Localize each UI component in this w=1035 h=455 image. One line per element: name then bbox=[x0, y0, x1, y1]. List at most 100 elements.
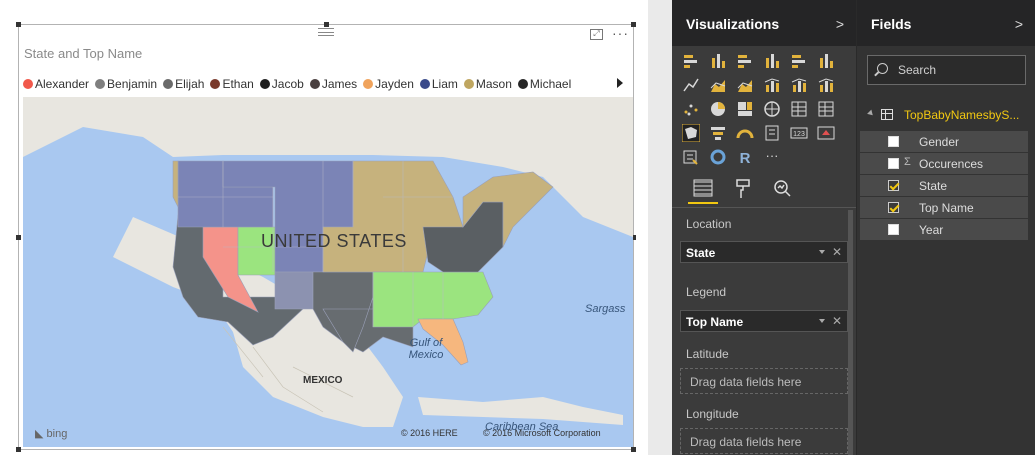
resize-handle-bottom-right[interactable] bbox=[631, 447, 636, 452]
field-checkbox[interactable] bbox=[888, 224, 899, 235]
map-globe-icon[interactable] bbox=[763, 100, 781, 118]
scatter-icon[interactable] bbox=[682, 100, 700, 118]
legend-item-michael[interactable]: Michael bbox=[517, 77, 571, 91]
field-checkbox[interactable] bbox=[888, 136, 899, 147]
more-visuals-icon[interactable]: ··· bbox=[763, 148, 781, 166]
resize-handle-bottom-left[interactable] bbox=[16, 447, 21, 452]
chevron-down-icon[interactable] bbox=[819, 319, 825, 323]
chevron-right-icon[interactable]: > bbox=[1015, 16, 1023, 32]
field-checkbox[interactable] bbox=[888, 180, 899, 191]
pie-chart-icon[interactable] bbox=[709, 100, 727, 118]
donut-icon[interactable] bbox=[709, 148, 727, 166]
label-mexico: MEXICO bbox=[303, 375, 343, 386]
funnel-icon[interactable] bbox=[709, 124, 727, 142]
legend-item-liam[interactable]: Liam bbox=[419, 77, 458, 91]
legend-item-alexander[interactable]: Alexander bbox=[23, 77, 89, 91]
tab-fields[interactable] bbox=[688, 176, 718, 204]
legend-label: Elijah bbox=[175, 77, 205, 91]
ribbon-chart-icon[interactable] bbox=[817, 76, 835, 94]
legend-dot-icon bbox=[309, 79, 320, 89]
stacked-area-icon[interactable] bbox=[736, 76, 754, 94]
table-name: TopBabyNamesbyS... bbox=[904, 108, 1020, 122]
field-checkbox[interactable] bbox=[888, 158, 899, 169]
legend-label: Jacob bbox=[271, 77, 304, 91]
area-chart-icon[interactable] bbox=[709, 76, 727, 94]
legend-dot-icon bbox=[95, 79, 106, 89]
location-well-field[interactable]: State ✕ bbox=[680, 241, 848, 263]
focus-mode-icon[interactable]: ⤢ bbox=[590, 29, 603, 40]
legend-item-jacob[interactable]: Jacob bbox=[259, 77, 304, 91]
fields-search bbox=[867, 55, 1026, 85]
region-colorado[interactable] bbox=[274, 271, 314, 310]
resize-handle-top[interactable] bbox=[324, 22, 329, 27]
legend-item-elijah[interactable]: Elijah bbox=[163, 77, 204, 91]
field-item-occurences[interactable]: Σ Occurences bbox=[860, 153, 1028, 174]
chevron-down-icon[interactable] bbox=[819, 250, 825, 254]
line-chart-icon[interactable] bbox=[682, 76, 700, 94]
svg-text:123: 123 bbox=[793, 131, 805, 138]
line-clustered-icon[interactable] bbox=[790, 76, 808, 94]
field-item-year[interactable]: Year bbox=[860, 219, 1028, 240]
copyright-here: © 2016 HERE bbox=[401, 428, 458, 438]
legend-next-icon[interactable] bbox=[617, 78, 623, 88]
field-item-state[interactable]: State bbox=[860, 175, 1028, 196]
remove-field-icon[interactable]: ✕ bbox=[832, 314, 842, 328]
clustered-column-icon[interactable] bbox=[763, 52, 781, 70]
resize-handle-top-left[interactable] bbox=[16, 22, 21, 27]
legend-dot-icon bbox=[517, 79, 528, 89]
table-visual-icon[interactable] bbox=[790, 100, 808, 118]
filled-map-visual[interactable]: ⤢ ··· State and Top Name Alexander Benjam… bbox=[16, 22, 636, 452]
bing-label: bing bbox=[46, 428, 68, 440]
multi-row-card-icon[interactable] bbox=[763, 124, 781, 142]
chevron-right-icon[interactable]: > bbox=[836, 16, 844, 32]
location-field-value: State bbox=[686, 246, 716, 260]
line-column-icon[interactable] bbox=[763, 76, 781, 94]
legend-well-field[interactable]: Top Name ✕ bbox=[680, 310, 848, 332]
stacked-bar-icon[interactable] bbox=[682, 52, 700, 70]
legend-item-benjamin[interactable]: Benjamin bbox=[95, 77, 157, 91]
tab-analytics[interactable] bbox=[768, 176, 798, 204]
100-bar-icon[interactable] bbox=[790, 52, 808, 70]
legend-dot-icon bbox=[163, 79, 174, 89]
kpi-icon[interactable] bbox=[817, 124, 835, 142]
field-item-top-name[interactable]: Top Name bbox=[860, 197, 1028, 218]
matrix-icon[interactable] bbox=[817, 100, 835, 118]
visualizations-header: Visualizations > bbox=[672, 0, 856, 46]
filled-map-icon[interactable] bbox=[681, 123, 701, 143]
legend-item-jayden[interactable]: Jayden bbox=[363, 77, 414, 91]
bing-logo: ◣ bing bbox=[35, 428, 68, 440]
card-icon[interactable]: 123 bbox=[790, 124, 808, 142]
100-column-icon[interactable] bbox=[817, 52, 835, 70]
latitude-drop-zone[interactable]: Drag data fields here bbox=[680, 368, 848, 394]
gauge-icon[interactable] bbox=[736, 124, 754, 142]
resize-handle-top-right[interactable] bbox=[631, 22, 636, 27]
wells-scrollbar[interactable] bbox=[848, 210, 853, 455]
remove-field-icon[interactable]: ✕ bbox=[832, 245, 842, 259]
r-visual-icon[interactable]: R bbox=[736, 148, 754, 167]
clustered-bar-icon[interactable] bbox=[736, 52, 754, 70]
legend-label: Liam bbox=[431, 77, 458, 91]
search-input[interactable] bbox=[898, 62, 1018, 78]
visualizations-pane: Visualizations > 123 R ··· Location Stat… bbox=[672, 0, 856, 455]
resize-handle-left[interactable] bbox=[16, 235, 21, 240]
legend-item-mason[interactable]: Mason bbox=[463, 77, 512, 91]
legend-item-ethan[interactable]: Ethan bbox=[210, 77, 254, 91]
stacked-column-icon[interactable] bbox=[709, 52, 727, 70]
longitude-drop-zone[interactable]: Drag data fields here bbox=[680, 428, 848, 454]
label-gulf-of-mexico: Gulf of Mexico bbox=[408, 337, 444, 361]
tab-format[interactable] bbox=[728, 176, 758, 204]
table-node[interactable]: TopBabyNamesbyS... bbox=[857, 104, 1035, 126]
field-checkbox[interactable] bbox=[888, 202, 899, 213]
expand-arrow-icon[interactable] bbox=[867, 109, 875, 118]
more-options-icon[interactable]: ··· bbox=[612, 25, 629, 41]
map-area[interactable]: UNITED STATES Gulf of Mexico MEXICO Sarg… bbox=[23, 97, 633, 447]
svg-text:R: R bbox=[740, 150, 751, 166]
slicer-icon[interactable] bbox=[682, 148, 700, 166]
legend-item-james[interactable]: James bbox=[309, 77, 357, 91]
drag-grip-icon[interactable] bbox=[318, 28, 334, 36]
legend-field-value: Top Name bbox=[686, 315, 744, 329]
field-item-gender[interactable]: Gender bbox=[860, 131, 1028, 152]
legend-well-label: Legend bbox=[686, 285, 727, 299]
treemap-icon[interactable] bbox=[736, 100, 754, 118]
field-label: State bbox=[919, 179, 948, 193]
